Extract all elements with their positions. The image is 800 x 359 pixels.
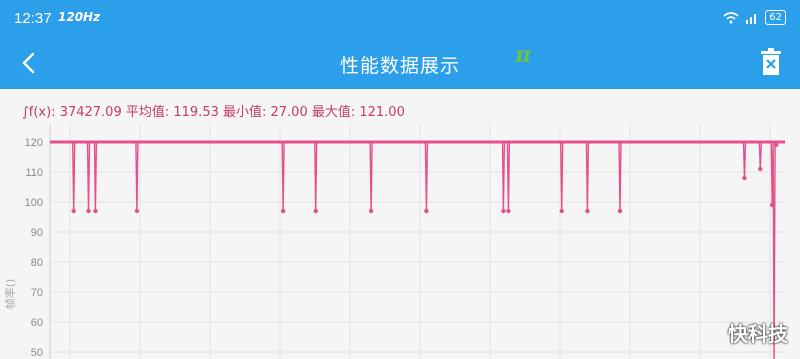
data-point	[368, 208, 374, 214]
y-tick-label: 50	[31, 347, 43, 359]
status-time: 12:37	[14, 10, 52, 27]
y-tick-label: 100	[25, 197, 43, 209]
data-point	[559, 208, 564, 214]
data-point	[134, 208, 140, 214]
data-point	[501, 208, 506, 214]
y-tick-label: 110	[25, 167, 43, 179]
app-bar: 性能数据展示 π	[0, 37, 800, 89]
data-point	[773, 142, 779, 148]
app-logo: π	[515, 42, 531, 68]
logo-text: π	[515, 42, 532, 68]
data-point	[313, 208, 318, 214]
data-point	[506, 208, 511, 214]
data-point	[617, 208, 623, 214]
y-tick-label: 120	[25, 137, 43, 149]
page-title: 性能数据展示	[339, 55, 460, 77]
y-axis-label: 帧率()	[3, 279, 17, 310]
data-point	[86, 208, 91, 214]
data-point	[758, 166, 763, 172]
data-point	[280, 208, 286, 214]
watermark: 快科技	[728, 322, 788, 346]
fps-series-line	[50, 141, 785, 359]
wifi-icon	[723, 11, 739, 23]
trash-icon[interactable]	[760, 48, 782, 76]
data-point	[769, 202, 775, 208]
y-tick-label: 70	[31, 287, 43, 299]
y-tick-label: 90	[31, 227, 43, 239]
data-point	[742, 175, 747, 181]
status-bar: 12:37 120Hz 62	[0, 0, 800, 37]
data-point	[93, 208, 98, 214]
data-point	[585, 208, 590, 214]
battery-icon: 62	[765, 10, 786, 25]
data-point	[71, 208, 76, 214]
y-tick-label: 80	[31, 257, 43, 269]
refresh-rate-indicator: 120Hz	[58, 10, 101, 24]
signal-icon	[746, 13, 757, 24]
chart-panel: 120 110 100 90 80 70 60 50 帧率() ∫f(x): 37427.09 …	[0, 89, 800, 359]
status-right-icons: 62	[723, 10, 786, 25]
fps-chart: 120 110 100 90 80 70 60 50 帧率()	[3, 124, 785, 359]
stats-summary: ∫f(x): 37427.09 平均值: 119.53 最小值: 27.00 最…	[22, 105, 405, 120]
y-tick-label: 60	[31, 317, 43, 329]
data-point	[424, 208, 429, 214]
